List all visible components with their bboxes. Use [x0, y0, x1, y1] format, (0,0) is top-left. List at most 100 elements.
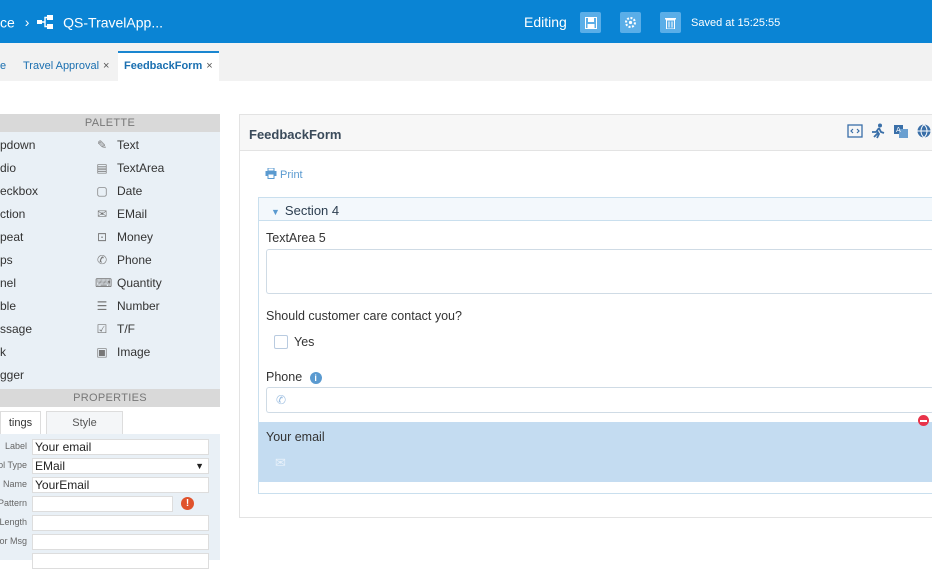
palette-item-label: Phone [117, 253, 152, 267]
close-icon[interactable]: × [206, 60, 212, 72]
tab-travel-approval[interactable]: Travel Approval × [23, 51, 109, 81]
translate-icon[interactable]: A [893, 123, 909, 139]
extra-field[interactable] [32, 553, 209, 569]
settings-button[interactable] [620, 12, 641, 33]
palette-item-label: TextArea [117, 161, 165, 175]
palette-item-radio[interactable]: dio [0, 161, 16, 175]
palette-item-label: Money [117, 230, 154, 244]
property-label: or Msg [0, 536, 27, 546]
save-button[interactable] [580, 12, 601, 33]
email-label: Your email [266, 430, 325, 444]
calendar-icon: ▢ [96, 184, 108, 198]
property-label: Pattern [0, 498, 27, 508]
palette-item-dropdown[interactable]: pdown [0, 138, 35, 152]
phone-label: Phone i [266, 370, 322, 384]
tab-style[interactable]: Style [46, 411, 123, 434]
label-field[interactable]: Your email [32, 439, 209, 455]
phone-input[interactable]: ✆ [266, 387, 932, 413]
palette-item-checkbox[interactable]: eckbox [0, 184, 38, 198]
tab-label: Travel Approval [23, 60, 100, 72]
envelope-icon: ✉ [96, 207, 108, 221]
print-button[interactable]: Print [265, 167, 303, 181]
property-row-label: Label Your email [0, 439, 220, 456]
email-field-selected[interactable]: Your email ✉ [259, 422, 932, 482]
length-field[interactable] [32, 515, 209, 531]
palette-item-tabs[interactable]: ps [0, 253, 13, 267]
image-icon: ▣ [96, 345, 108, 359]
palette-item-label: Quantity [117, 276, 162, 290]
saved-timestamp: Saved at 15:25:55 [691, 17, 781, 29]
property-row-length: Length [0, 515, 220, 532]
list-icon: ▤ [96, 161, 108, 175]
contact-question-label: Should customer care contact you? [266, 309, 462, 323]
phone-icon: ✆ [276, 393, 287, 407]
print-label: Print [280, 169, 303, 181]
pattern-field[interactable] [32, 496, 173, 512]
gears-icon [625, 17, 636, 28]
breadcrumb-prefix[interactable]: ce [0, 14, 15, 30]
palette-item-tf[interactable]: ☑ T/F [95, 322, 135, 336]
control-type-select[interactable]: EMail ▼ [32, 458, 209, 474]
property-row-control-type: ol Type EMail ▼ [0, 458, 220, 475]
textarea-5-input[interactable] [266, 249, 932, 294]
tab-label: e [0, 60, 7, 72]
palette-item-date[interactable]: ▢ Date [95, 184, 142, 198]
tab-partial[interactable]: e [0, 51, 6, 81]
palette-item-quantity[interactable]: ⌨ Quantity [95, 276, 162, 290]
tab-settings[interactable]: tings [0, 411, 41, 434]
section-4: ▼ Section 4 TextArea 5 Should customer ca… [258, 197, 932, 494]
palette-item-label: EMail [117, 207, 148, 221]
property-row-name: Name YourEmail [0, 477, 220, 494]
run-icon[interactable] [870, 123, 886, 139]
editing-status: Editing [524, 14, 567, 30]
palette-header: PALETTE [0, 114, 220, 132]
palette-item-email[interactable]: ✉ EMail [95, 207, 147, 221]
checkbox-icon: ☑ [96, 322, 108, 336]
palette-item-repeat[interactable]: peat [0, 230, 23, 244]
palette-item-phone[interactable]: ✆ Phone [95, 253, 152, 267]
palette-item-image[interactable]: ▣ Image [95, 345, 150, 359]
error-msg-field[interactable] [32, 534, 209, 550]
palette-item-link[interactable]: k [0, 345, 6, 359]
palette-item-text[interactable]: ✎ Text [95, 138, 139, 152]
info-icon[interactable]: i [309, 372, 322, 384]
palette-item-label: T/F [117, 322, 135, 336]
app-name[interactable]: QS-TravelApp... [63, 14, 163, 30]
caret-down-icon: ▼ [271, 207, 280, 217]
envelope-icon: ✉ [275, 455, 286, 470]
phone-label-text: Phone [266, 370, 303, 384]
banknote-icon: ⊡ [96, 230, 108, 244]
yes-checkbox[interactable] [274, 335, 288, 349]
chevron-down-icon: ▼ [195, 461, 204, 471]
delete-button[interactable] [660, 12, 681, 33]
palette-item-section[interactable]: ction [0, 207, 25, 221]
process-flow-icon [37, 15, 54, 30]
svg-text:A: A [896, 126, 901, 134]
globe-icon[interactable] [916, 123, 932, 139]
edit-icon: ✎ [96, 138, 108, 152]
palette-item-money[interactable]: ⊡ Money [95, 230, 153, 244]
close-icon[interactable]: × [103, 60, 109, 72]
palette-item-table[interactable]: ble [0, 299, 16, 313]
name-field[interactable]: YourEmail [32, 477, 209, 493]
palette-item-trigger[interactable]: gger [0, 368, 24, 382]
palette-item-message[interactable]: ssage [0, 322, 32, 336]
palette-item-number[interactable]: ☰ Number [95, 299, 160, 313]
tab-feedbackform[interactable]: FeedbackForm × [118, 51, 219, 81]
breadcrumb: ce › QS-TravelApp... [0, 13, 163, 30]
palette-item-label: Number [117, 299, 160, 313]
palette-item-panel[interactable]: nel [0, 276, 16, 290]
code-icon[interactable] [847, 123, 863, 139]
properties-panel: Label Your email ol Type EMail ▼ Name Yo… [0, 434, 220, 569]
top-bar: ce › QS-TravelApp... Editing Saved at 15… [0, 0, 932, 43]
property-label: Label [4, 441, 27, 451]
keyboard-icon: ⌨ [95, 276, 113, 290]
property-row-extra [0, 553, 220, 570]
palette-item-label: Text [117, 138, 140, 152]
remove-field-icon[interactable] [918, 415, 929, 426]
info-icon[interactable]: ! [181, 497, 194, 510]
section-header[interactable]: ▼ Section 4 [259, 198, 932, 221]
tab-bar: e Travel Approval × FeedbackForm × [0, 43, 932, 81]
palette-item-textarea[interactable]: ▤ TextArea [95, 161, 164, 175]
property-row-pattern: Pattern ! [0, 496, 220, 513]
